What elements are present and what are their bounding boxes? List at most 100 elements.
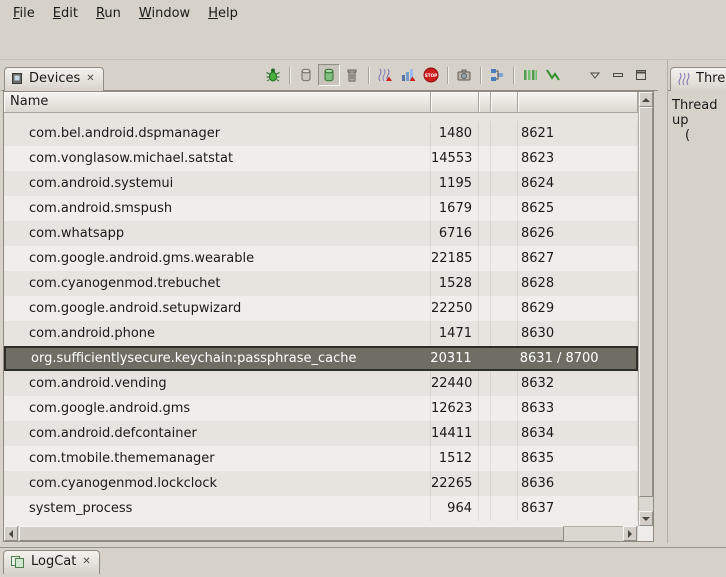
table-row[interactable]: com.android.defcontainer 14411 8634 <box>4 421 638 446</box>
column-header-name[interactable]: Name <box>4 92 431 113</box>
threads-tab-label: Threads <box>696 71 726 86</box>
stop-process-icon[interactable]: STOP <box>420 64 442 86</box>
start-method-profiling-icon[interactable] <box>397 64 419 86</box>
devices-view: Devices ✕ STOP <box>1 60 658 543</box>
table-row[interactable]: com.cyanogenmod.trebuchet 1528 8628 <box>4 271 638 296</box>
process-port: 8626 <box>518 221 638 246</box>
column-header-port[interactable] <box>518 92 638 113</box>
cell-spacer <box>491 371 518 396</box>
process-pid: 1471 <box>431 321 479 346</box>
cell-spacer <box>479 171 491 196</box>
toolbar-separator <box>368 67 369 84</box>
scroll-left-button[interactable] <box>4 526 18 541</box>
table-row[interactable]: com.vonglasow.michael.satstat 14553 8623 <box>4 146 638 171</box>
debug-icon[interactable] <box>262 64 284 86</box>
process-pid: 1195 <box>431 171 479 196</box>
table-row[interactable]: com.cyanogenmod.lockclock 22265 8636 <box>4 471 638 496</box>
horizontal-scroll-thumb[interactable] <box>19 526 564 541</box>
close-icon[interactable]: ✕ <box>81 557 91 567</box>
menu-item[interactable]: Edit <box>44 2 87 25</box>
horizontal-scrollbar[interactable] <box>4 526 638 541</box>
view-menu-icon[interactable] <box>584 64 606 86</box>
table-row[interactable]: com.google.android.gms.wearable 22185 86… <box>4 246 638 271</box>
maximize-icon[interactable] <box>630 64 652 86</box>
cell-spacer <box>491 496 518 521</box>
cell-spacer <box>479 246 491 271</box>
column-header-pid[interactable] <box>431 92 479 113</box>
cause-gc-icon[interactable] <box>341 64 363 86</box>
process-pid: 6716 <box>431 221 479 246</box>
devices-tabbar: Devices ✕ STOP <box>1 60 658 91</box>
vertical-scroll-thumb[interactable] <box>639 107 653 497</box>
threads-message-line2: ( <box>672 128 726 143</box>
tab-logcat[interactable]: LogCat ✕ <box>3 550 100 574</box>
process-name: com.android.systemui <box>4 171 431 196</box>
scroll-right-button[interactable] <box>623 526 637 541</box>
close-icon[interactable]: ✕ <box>85 74 95 84</box>
column-header-a[interactable] <box>479 92 491 113</box>
table-row[interactable]: com.google.android.setupwizard 22250 862… <box>4 296 638 321</box>
menu-item[interactable]: Help <box>199 2 247 25</box>
minimize-icon[interactable] <box>607 64 629 86</box>
tab-threads[interactable]: Threads <box>670 67 726 91</box>
table-row[interactable]: com.android.systemui 1195 8624 <box>4 171 638 196</box>
systrace-icon[interactable] <box>519 64 541 86</box>
cell-spacer <box>491 446 518 471</box>
menu-item[interactable]: File <box>4 2 44 25</box>
process-name: com.tmobile.thememanager <box>4 446 431 471</box>
update-heap-icon[interactable] <box>295 64 317 86</box>
table-row[interactable]: org.sufficientlysecure.keychain:passphra… <box>4 346 638 371</box>
screen-capture-icon[interactable] <box>453 64 475 86</box>
tab-devices[interactable]: Devices ✕ <box>4 67 104 91</box>
table-row[interactable]: com.android.phone 1471 8630 <box>4 321 638 346</box>
threads-icon <box>677 72 691 86</box>
cell-spacer <box>479 471 491 496</box>
process-port: 8625 <box>518 196 638 221</box>
vertical-scrollbar[interactable] <box>638 92 653 526</box>
scroll-down-button[interactable] <box>639 511 653 526</box>
table-row[interactable]: system_process 964 8637 <box>4 496 638 521</box>
process-pid: 22265 <box>431 471 479 496</box>
table-row[interactable]: com.google.android.gms 12623 8633 <box>4 396 638 421</box>
process-port: 8636 <box>518 471 638 496</box>
menu-item[interactable]: Run <box>87 2 130 25</box>
process-table-body: com.bel.android.dspmanager 1480 8621 com… <box>4 113 638 526</box>
threads-message-line1: Thread up <box>672 98 726 128</box>
column-header-b[interactable] <box>491 92 518 113</box>
table-row[interactable]: com.android.vending 22440 8632 <box>4 371 638 396</box>
cell-spacer <box>491 471 518 496</box>
process-name: com.google.android.setupwizard <box>4 296 431 321</box>
process-port: 8635 <box>518 446 638 471</box>
process-name: com.google.android.gms <box>4 396 431 421</box>
cell-spacer <box>479 421 491 446</box>
scroll-up-button[interactable] <box>639 92 653 107</box>
table-row[interactable]: com.whatsapp 6716 8626 <box>4 221 638 246</box>
toolbar-separator <box>513 67 514 84</box>
process-name: com.bel.android.dspmanager <box>4 121 431 146</box>
process-pid: 964 <box>431 496 479 521</box>
view-hierarchy-icon[interactable] <box>486 64 508 86</box>
process-pid: 22185 <box>431 246 479 271</box>
table-header: Name <box>4 92 653 113</box>
dump-hprof-icon[interactable] <box>318 64 340 86</box>
update-threads-icon[interactable] <box>374 64 396 86</box>
process-port: 8621 <box>518 121 638 146</box>
cell-spacer <box>479 146 491 171</box>
threads-tabbar: Threads <box>668 60 726 91</box>
process-name: system_process <box>4 496 431 521</box>
cell-spacer <box>491 321 518 346</box>
menu-item[interactable]: Window <box>130 2 199 25</box>
process-port: 8628 <box>518 271 638 296</box>
table-row[interactable]: com.tmobile.thememanager 1512 8635 <box>4 446 638 471</box>
table-row[interactable]: com.bel.android.dspmanager 1480 8621 <box>4 121 638 146</box>
process-name: com.android.smspush <box>4 196 431 221</box>
process-port: 8623 <box>518 146 638 171</box>
table-row[interactable]: com.android.smspush 1679 8625 <box>4 196 638 221</box>
process-pid: 1679 <box>431 196 479 221</box>
cell-spacer <box>490 348 517 369</box>
process-port: 8624 <box>518 171 638 196</box>
opengl-trace-icon[interactable] <box>542 64 564 86</box>
cell-spacer <box>479 221 491 246</box>
bottom-view-bar: LogCat ✕ <box>0 547 726 577</box>
cell-spacer <box>491 196 518 221</box>
